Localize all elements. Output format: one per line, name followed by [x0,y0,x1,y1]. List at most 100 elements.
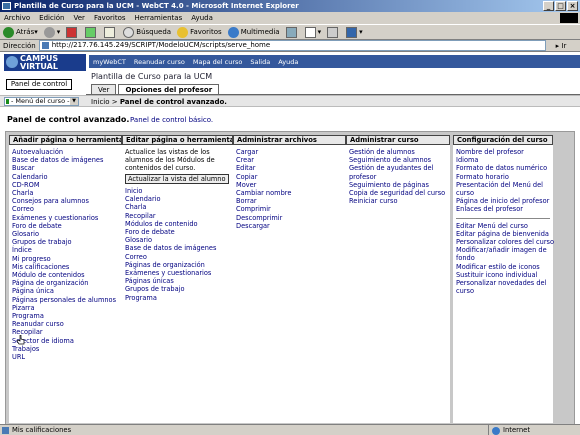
close-button[interactable]: × [567,1,578,11]
panel-link[interactable]: Personalizar colores del curso [456,238,554,246]
menu-edicion[interactable]: Edición [39,14,64,22]
panel-link[interactable]: Módulo de contenidos [12,271,119,279]
back-button[interactable]: Atrás ▾ [3,26,38,38]
panel-link[interactable]: Sustituir icono individual [456,271,550,279]
panel-link[interactable]: Glosario [125,236,230,244]
panel-link[interactable]: Trabajos [12,345,119,353]
panel-link[interactable]: Enlaces del profesor [456,205,550,213]
nav-mywebct[interactable]: myWebCT [93,58,126,66]
panel-link[interactable]: Charla [125,203,230,211]
panel-link[interactable]: Seguimiento de páginas [349,181,447,189]
panel-link[interactable]: Página de organización [12,279,119,287]
menu-herramientas[interactable]: Herramientas [135,14,183,22]
panel-link[interactable]: Mi progreso [12,255,119,263]
panel-link[interactable]: Página única [12,287,119,295]
panel-link[interactable]: Base de datos de imágenes [12,156,119,164]
panel-link[interactable]: Páginas personales de alumnos [12,296,119,304]
edit-button[interactable]: ▾ [346,26,363,38]
panel-link[interactable]: Editar [236,164,343,172]
panel-link[interactable]: Nombre del profesor [456,148,550,156]
panel-link[interactable]: Mis calificaciones [12,263,119,271]
panel-link[interactable]: Foro de debate [12,222,119,230]
panel-link[interactable]: Página de inicio del profesor [456,197,550,205]
panel-link[interactable]: Buscar [12,164,119,172]
panel-link[interactable]: Grupos de trabajo [125,285,230,293]
panel-link[interactable]: Cambiar nombre [236,189,343,197]
panel-link[interactable]: Módulos de contenido [125,220,230,228]
panel-link[interactable]: Descargar [236,222,343,230]
panel-link[interactable]: Calendario [12,173,119,181]
panel-link[interactable]: Páginas únicas [125,277,230,285]
panel-link[interactable]: Idioma [456,156,550,164]
panel-link[interactable]: Recopilar [125,212,230,220]
nav-reanudar-curso[interactable]: Reanudar curso [134,58,185,66]
nav-ayuda[interactable]: Ayuda [278,58,298,66]
panel-link[interactable]: Correo [125,253,230,261]
panel-link[interactable]: Páginas de organización [125,261,230,269]
panel-link[interactable]: Formato de datos numérico [456,164,550,172]
panel-link[interactable]: Copia de seguridad del curso [349,189,447,197]
panel-link[interactable]: Charla [12,189,119,197]
panel-link[interactable]: Modificar/añadir imagen de fondo [456,246,550,262]
panel-link[interactable]: Formato horario [456,173,550,181]
search-button[interactable]: Búsqueda [123,26,171,38]
panel-link[interactable]: Borrar [236,197,343,205]
basic-panel-link[interactable]: Panel de control básico. [130,116,213,124]
panel-link[interactable]: Consejos para alumnos [12,197,119,205]
panel-link[interactable]: Comprimir [236,205,343,213]
panel-link[interactable]: Programa [12,312,119,320]
refresh-button[interactable] [85,26,98,38]
panel-link[interactable]: Gestión de ayudantes del profesor [349,164,447,180]
panel-link[interactable]: Mover [236,181,343,189]
panel-link[interactable]: Foro de debate [125,228,230,236]
panel-link[interactable]: Recopilar [12,328,119,336]
panel-link[interactable]: Seguimiento de alumnos [349,156,447,164]
panel-link[interactable]: Autoevaluación [12,148,119,156]
panel-link[interactable]: Calendario [125,195,230,203]
panel-link[interactable]: Copiar [236,173,343,181]
panel-link[interactable]: Inicio [125,187,230,195]
favorites-button[interactable]: Favoritos [177,26,222,38]
maximize-button[interactable]: □ [555,1,566,11]
panel-link[interactable]: Editar Menú del curso [456,222,550,230]
media-button[interactable]: Multimedia [227,26,280,38]
control-panel-button[interactable]: Panel de control [6,79,72,90]
nav-mapa-del-curso[interactable]: Mapa del curso [193,58,243,66]
panel-link[interactable]: Descomprimir [236,214,343,222]
print-button[interactable] [327,26,340,38]
panel-link[interactable]: Crear [236,156,343,164]
panel-link[interactable]: Gestión de alumnos [349,148,447,156]
panel-link[interactable]: Reiniciar curso [349,197,447,205]
minimize-button[interactable]: _ [543,1,554,11]
panel-link[interactable]: Presentación del Menú del curso [456,181,550,197]
update-student-view-button[interactable]: Actualizar la vista del alumno [125,174,229,184]
campus-virtual-logo[interactable]: CAMPUS VIRTUAL [4,54,86,71]
panel-link[interactable]: URL [12,353,119,361]
panel-link[interactable]: Exámenes y cuestionarios [125,269,230,277]
menu-favoritos[interactable]: Favoritos [94,14,126,22]
panel-link[interactable]: Cargar [236,148,343,156]
history-button[interactable] [285,26,299,38]
menu-ver[interactable]: Ver [74,14,85,22]
stop-button[interactable] [66,26,79,38]
panel-link[interactable]: Pizarra [12,304,119,312]
panel-link[interactable]: CD-ROM [12,181,119,189]
mail-button[interactable]: ▾ [304,26,321,38]
panel-link[interactable]: Reanudar curso [12,320,119,328]
panel-link[interactable]: Editar página de bienvenida [456,230,550,238]
panel-link[interactable]: Selector de idioma [12,337,119,345]
menu-ayuda[interactable]: Ayuda [191,14,213,22]
go-button[interactable]: ▸ Ir [546,42,576,50]
nav-salida[interactable]: Salida [250,58,270,66]
panel-link[interactable]: Glosario [12,230,119,238]
forward-button[interactable]: ▾ [43,26,60,38]
course-menu-select[interactable]: - Menú del curso - ▼ [4,97,79,106]
home-button[interactable] [104,26,117,38]
panel-link[interactable]: Exámenes y cuestionarios [12,214,119,222]
panel-link[interactable]: Modificar estilo de iconos [456,263,550,271]
panel-link[interactable]: Índice [12,246,119,254]
breadcrumb-home[interactable]: Inicio [91,98,110,106]
panel-link[interactable]: Programa [125,294,230,302]
panel-link[interactable]: Personalizar novedades del curso [456,279,550,295]
menu-archivo[interactable]: Archivo [4,14,30,22]
